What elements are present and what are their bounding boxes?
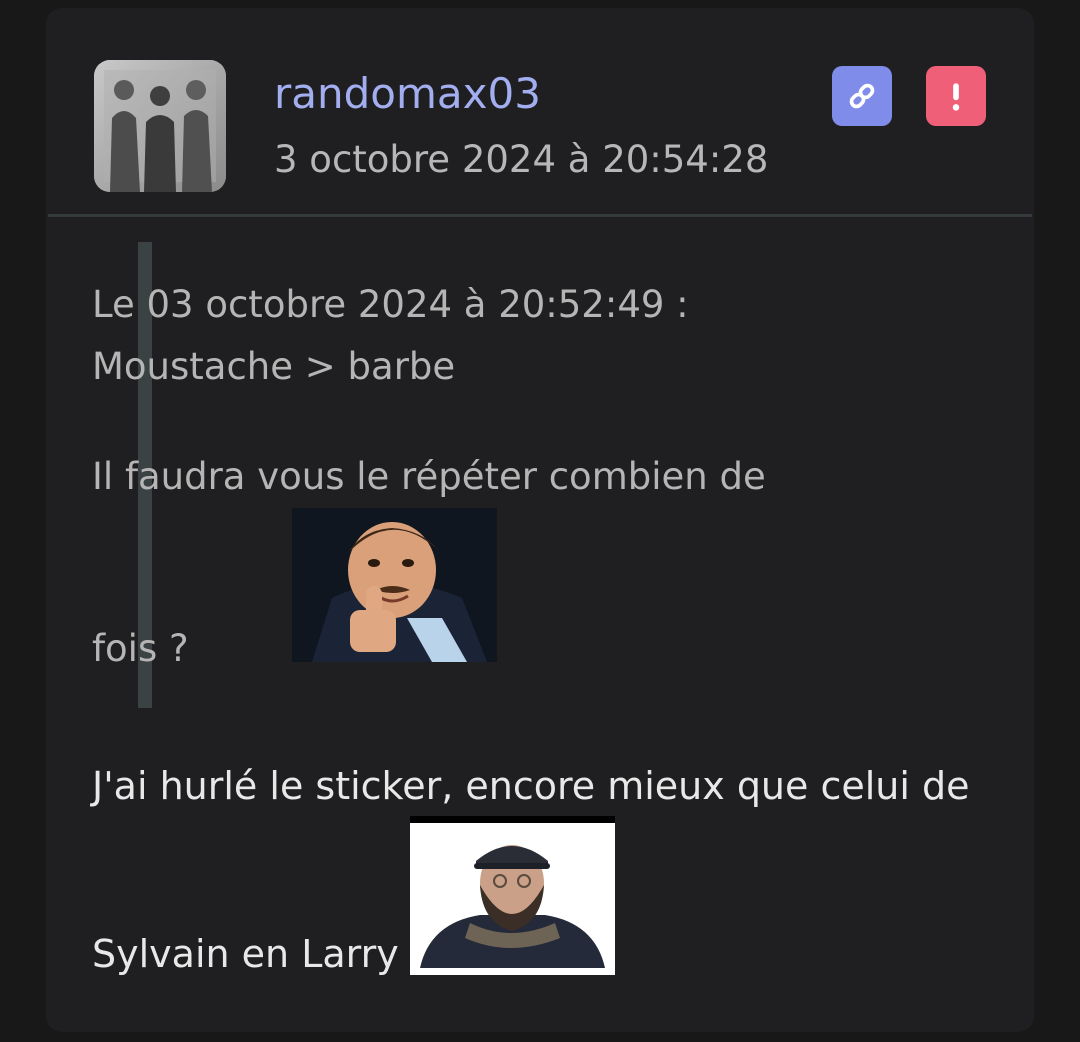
message-text: Sylvain en Larry [92,932,399,976]
exclamation-icon [952,83,960,111]
sticker-thumbs-up-man [292,508,497,662]
quote-line: Il faudra vous le répéter combien de [92,455,766,498]
sticker-bearded-man [410,823,615,968]
sticker-image[interactable] [410,816,615,975]
quote-header: Le 03 octobre 2024 à 20:52:49 : [92,283,689,326]
post-timestamp: 3 octobre 2024 à 20:54:28 [274,138,769,181]
sticker-image[interactable] [292,508,497,662]
link-icon [849,83,875,109]
forum-post-card: randomax03 3 octobre 2024 à 20:54:28 Le … [46,8,1034,1032]
quote-line: fois ? [92,627,189,670]
permalink-button[interactable] [832,66,892,126]
header-divider [48,214,1032,217]
message-text: J'ai hurlé le sticker, encore mieux que … [92,764,970,808]
avatar[interactable] [94,60,226,192]
avatar-image [94,60,226,192]
username[interactable]: randomax03 [274,68,541,120]
report-button[interactable] [926,66,986,126]
quote-line: Moustache > barbe [92,345,456,388]
